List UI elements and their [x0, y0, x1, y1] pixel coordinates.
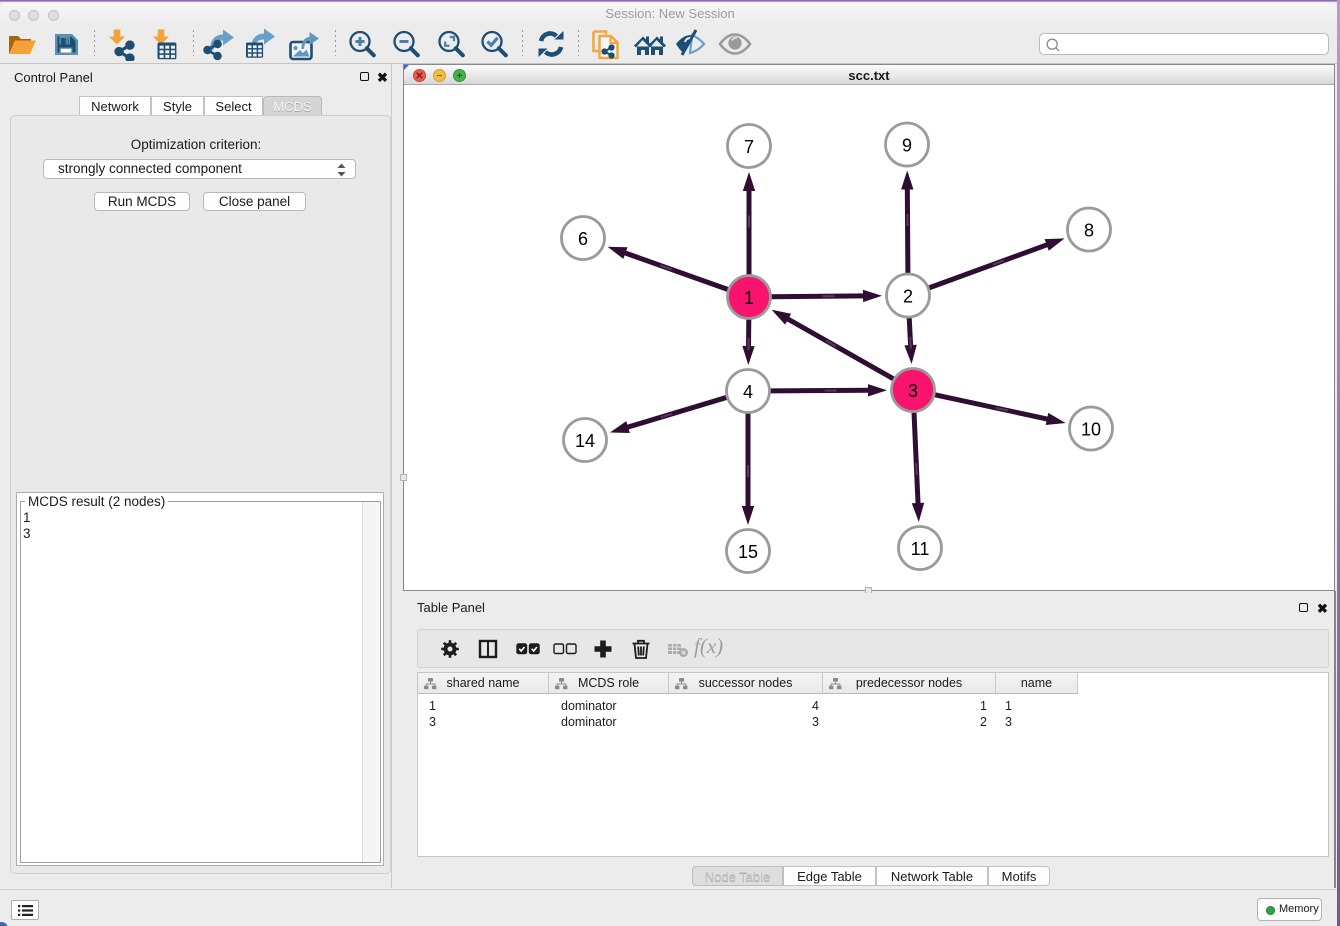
svg-text:7: 7: [744, 137, 754, 157]
svg-text:11: 11: [911, 539, 930, 559]
svg-text:6: 6: [578, 229, 588, 249]
svg-text:8: 8: [1084, 221, 1094, 241]
svg-text:15: 15: [738, 542, 758, 562]
svg-text:10: 10: [1081, 420, 1101, 440]
svg-text:9: 9: [902, 136, 912, 156]
svg-text:3: 3: [908, 381, 918, 401]
svg-text:14: 14: [575, 431, 595, 451]
svg-text:4: 4: [743, 382, 753, 402]
svg-text:2: 2: [903, 287, 913, 307]
svg-text:1: 1: [744, 288, 754, 308]
